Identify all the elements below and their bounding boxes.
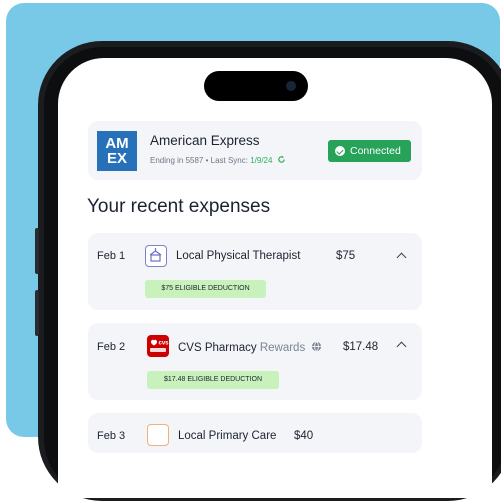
side-button	[35, 228, 39, 274]
deduction-badge: $75 ELIGIBLE DEDUCTION	[145, 280, 266, 298]
check-icon	[335, 146, 345, 156]
expense-merchant: Local Physical Therapist	[176, 250, 301, 262]
building-icon	[145, 245, 167, 267]
expense-amount: $40	[294, 430, 314, 442]
side-button	[35, 290, 39, 336]
account-sync-info: Ending in 5587 • Last Sync: 1/9/24	[150, 155, 286, 165]
connected-label: Connected	[350, 145, 401, 157]
ending-label: Ending in 5587 • Last Sync:	[150, 156, 251, 165]
expense-merchant: Local Primary Care	[178, 430, 277, 442]
logo-text-top: AM	[105, 135, 129, 152]
deduction-badge: $17.48 ELIGIBLE DEDUCTION	[147, 371, 279, 389]
expense-amount: $75	[336, 250, 356, 262]
connected-badge: Connected	[328, 140, 411, 162]
sync-icon[interactable]	[277, 155, 286, 164]
section-title: Your recent expenses	[87, 196, 271, 217]
expense-merchant: CVS Pharmacy Rewards	[178, 341, 322, 354]
svg-text:cvs: cvs	[159, 341, 170, 347]
merchant-name: CVS Pharmacy	[178, 342, 260, 354]
expense-date: Feb 2	[97, 341, 126, 353]
cvs-logo-icon: cvs	[147, 335, 169, 357]
expense-date: Feb 3	[97, 430, 126, 442]
logo-text-bottom: EX	[106, 150, 127, 167]
expense-card[interactable]	[88, 233, 422, 310]
merchant-rewards: Rewards	[259, 342, 306, 354]
expense-amount: $17.48	[343, 341, 379, 353]
camera-icon	[286, 81, 296, 91]
last-sync-date: 1/9/24	[250, 156, 273, 165]
globe-icon	[312, 341, 322, 352]
clinic-icon	[147, 424, 169, 446]
expense-date: Feb 1	[97, 250, 126, 262]
account-name: American Express	[150, 133, 260, 148]
amex-logo: AM EX	[97, 131, 137, 171]
